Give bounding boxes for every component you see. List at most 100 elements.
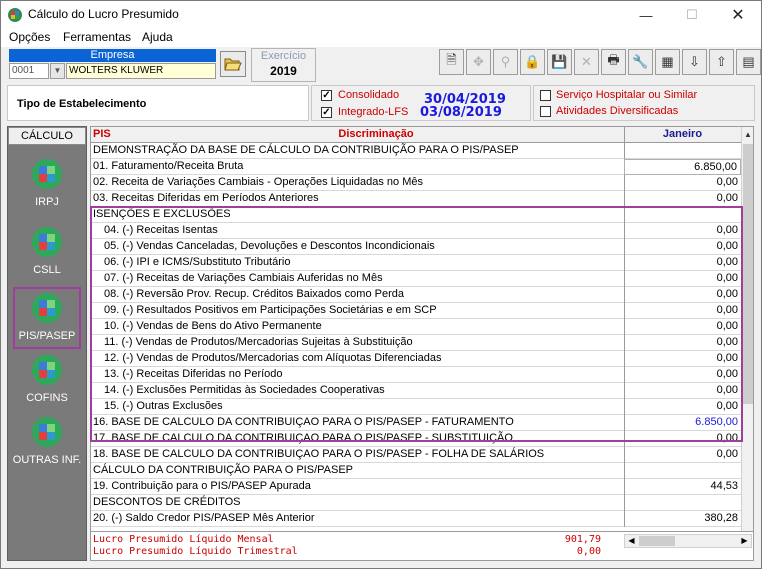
row-description: 14. (-) Exclusões Permitidas às Sociedad…	[104, 384, 385, 396]
chevron-down-icon: ▼	[53, 66, 62, 75]
export-button[interactable]: ⇧	[709, 49, 734, 75]
row-value-janeiro[interactable]: 0,00	[624, 303, 741, 319]
table-row: 07. (-) Receitas de Variações Cambiais A…	[91, 271, 741, 287]
compass-icon: ✥	[473, 54, 484, 69]
document-icon: 🗎	[446, 52, 457, 67]
mensal-value: 901,79	[564, 534, 601, 545]
consolidation-options: ✓ Consolidado 30/04/2019 ✓ Integrado-LFS…	[311, 85, 531, 121]
search-icon: ⚲	[500, 54, 511, 69]
row-description: 01. Faturamento/Receita Bruta	[93, 160, 244, 172]
scroll-up-icon[interactable]: ▲	[742, 127, 753, 143]
table-row: 09. (-) Resultados Positivos em Particip…	[91, 303, 741, 319]
maximize-button[interactable]: ☐	[669, 1, 715, 29]
row-value-janeiro[interactable]: 0,00	[624, 399, 741, 415]
integrado-checkbox[interactable]: ✓	[321, 107, 332, 118]
row-description: 20. (-) Saldo Credor PIS/PASEP Mês Anter…	[93, 512, 315, 524]
scroll-right-icon[interactable]: ▶	[738, 535, 751, 547]
delete-button[interactable]: ✕	[574, 49, 599, 75]
minimize-button[interactable]: —	[623, 1, 669, 29]
footer-totals: Lucro Presumido Líquido Mensal 901,79 Lu…	[90, 531, 754, 561]
table-row: DESCONTOS DE CRÉDITOS	[91, 495, 741, 511]
empresa-name-field[interactable]: WOLTERS KLUWER	[66, 63, 216, 79]
row-value-janeiro[interactable]: 0,00	[624, 431, 741, 447]
open-folder-button[interactable]	[220, 51, 246, 77]
calculation-sidebar: CÁLCULO IRPJ CSLL PIS/PASEP COFINS OUTRA…	[7, 126, 87, 561]
row-value-janeiro[interactable]: 0,00	[624, 335, 741, 351]
row-value-janeiro[interactable]: 0,00	[624, 271, 741, 287]
row-value-janeiro[interactable]: 0,00	[624, 175, 741, 191]
empresa-dropdown-button[interactable]: ▼	[50, 63, 65, 79]
column-header-janeiro[interactable]: Janeiro	[624, 127, 740, 142]
row-value-janeiro[interactable]: 6.850,00	[624, 415, 741, 431]
lock-button[interactable]: 🔒	[520, 49, 545, 75]
close-button[interactable]: ✕	[715, 1, 761, 29]
empresa-code-field[interactable]: 0001	[9, 63, 49, 79]
sidebar-item-irpj[interactable]: IRPJ	[8, 153, 86, 215]
menu-opcoes[interactable]: Opções	[9, 30, 50, 44]
save-icon: 💾	[551, 54, 568, 69]
sidebar-item-csll[interactable]: CSLL	[8, 221, 86, 283]
globe-icon	[32, 293, 62, 323]
row-value-janeiro[interactable]: 0,00	[624, 239, 741, 255]
row-value-janeiro[interactable]: 44,53	[624, 479, 741, 495]
sidebar-item-pis-pasep[interactable]: PIS/PASEP	[13, 287, 81, 349]
consolidado-checkbox[interactable]: ✓	[321, 90, 332, 101]
mensal-label: Lucro Presumido Líquido Mensal	[93, 534, 274, 545]
row-value-janeiro[interactable]: 0,00	[624, 287, 741, 303]
table-row: 13. (-) Receitas Diferidas no Período 0,0…	[91, 367, 741, 383]
scroll-thumb[interactable]	[743, 144, 753, 404]
table-row: 14. (-) Exclusões Permitidas às Sociedad…	[91, 383, 741, 399]
menu-ajuda[interactable]: Ajuda	[142, 30, 173, 44]
row-value-janeiro[interactable]: 0,00	[624, 223, 741, 239]
app-icon	[8, 8, 22, 22]
horizontal-scrollbar[interactable]: ◀ ▶	[624, 534, 752, 548]
integrado-label: Integrado-LFS	[338, 106, 409, 118]
menu-ferramentas[interactable]: Ferramentas	[63, 30, 131, 44]
row-value-janeiro[interactable]: 0,00	[624, 351, 741, 367]
vertical-scrollbar[interactable]: ▲	[741, 127, 753, 532]
row-description: 04. (-) Receitas Isentas	[104, 224, 218, 236]
scroll-left-icon[interactable]: ◀	[625, 535, 638, 547]
atividades-label: Atividades Diversificadas	[556, 105, 679, 117]
navigate-button[interactable]: ✥	[466, 49, 491, 75]
import-button[interactable]: ⇩	[682, 49, 707, 75]
horizontal-scroll-thumb[interactable]	[639, 536, 675, 546]
sidebar-item-outras-inf[interactable]: OUTRAS INF.	[8, 411, 86, 473]
grid-header: PIS Discriminação Janeiro	[91, 127, 753, 143]
tools-button[interactable]: 🔧	[628, 49, 653, 75]
print-button[interactable]: 🖶	[601, 49, 626, 75]
row-description: 07. (-) Receitas de Variações Cambiais A…	[104, 272, 383, 284]
row-value-janeiro[interactable]: 6.850,00	[624, 159, 741, 175]
row-value-janeiro[interactable]: 0,00	[624, 383, 741, 399]
row-value-janeiro[interactable]: 0,00	[624, 447, 741, 463]
row-value-janeiro	[624, 143, 741, 159]
printer-icon: 🖶	[607, 52, 620, 67]
row-value-janeiro[interactable]: 380,28	[624, 511, 741, 527]
row-value-janeiro[interactable]: 0,00	[624, 367, 741, 383]
table-row: 10. (-) Vendas de Bens do Ativo Permanen…	[91, 319, 741, 335]
search-button[interactable]: ⚲	[493, 49, 518, 75]
row-description: 13. (-) Receitas Diferidas no Período	[104, 368, 283, 380]
save-button[interactable]: 💾	[547, 49, 572, 75]
row-description: CÁLCULO DA CONTRIBUIÇÃO PARA O PIS/PASEP	[93, 464, 353, 476]
sidebar-item-cofins[interactable]: COFINS	[8, 349, 86, 411]
tipo-estabelecimento-box[interactable]: Tipo de Estabelecimento	[7, 85, 309, 121]
row-value-janeiro[interactable]: 0,00	[624, 191, 741, 207]
new-document-button[interactable]: 🗎	[439, 49, 464, 75]
row-value-janeiro[interactable]: 0,00	[624, 255, 741, 271]
globe-icon	[32, 417, 62, 447]
calculator-button[interactable]: ▦	[655, 49, 680, 75]
row-value-janeiro[interactable]: 0,00	[624, 319, 741, 335]
hospitalar-checkbox[interactable]	[540, 90, 551, 101]
sidebar-header: CÁLCULO	[8, 127, 86, 145]
hospitalar-label: Serviço Hospitalar ou Similar	[556, 89, 698, 101]
row-description: 11. (-) Vendas de Produtos/Mercadorias S…	[104, 336, 413, 348]
sidebar-label-csll: CSLL	[33, 264, 61, 276]
table-row: 18. BASE DE CALCULO DA CONTRIBUIÇAO PARA…	[91, 447, 741, 463]
atividades-checkbox[interactable]	[540, 106, 551, 117]
report-button[interactable]: ▤	[736, 49, 761, 75]
folder-open-icon	[224, 58, 242, 71]
consolidado-label: Consolidado	[338, 89, 400, 101]
table-row: 16. BASE DE CALCULO DA CONTRIBUIÇAO PARA…	[91, 415, 741, 431]
lock-icon: 🔒	[524, 54, 541, 69]
